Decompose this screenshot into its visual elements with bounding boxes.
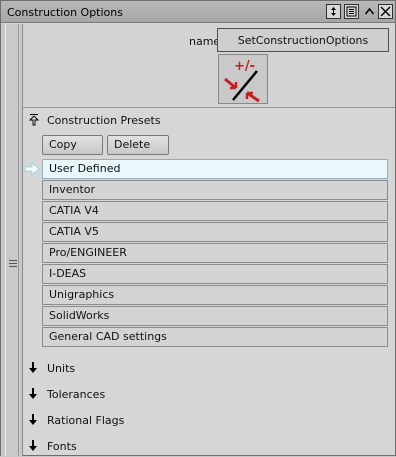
resize-icon[interactable] <box>326 4 341 19</box>
preset-item-inventor[interactable]: Inventor <box>42 180 388 200</box>
list-icon[interactable] <box>344 4 359 19</box>
name-value: SetConstructionOptions <box>237 33 369 47</box>
tolerances-group[interactable]: Tolerances <box>23 383 395 405</box>
preset-item-pro-engineer[interactable]: Pro/ENGINEER <box>42 243 388 263</box>
expand-arrow-icon[interactable] <box>28 361 38 375</box>
delete-button[interactable]: Delete <box>107 135 169 155</box>
construction-presets-label: Construction Presets <box>47 113 161 127</box>
name-field[interactable]: SetConstructionOptions <box>217 28 389 52</box>
units-label: Units <box>47 362 76 375</box>
name-area: name SetConstructionOptions +/- <box>23 24 395 108</box>
preset-item-user-defined[interactable]: User Defined <box>42 159 388 179</box>
name-label: name <box>189 35 221 48</box>
window-title: Construction Options <box>7 6 123 19</box>
units-group[interactable]: Units <box>23 357 395 379</box>
construction-presets-header[interactable]: Construction Presets <box>23 109 395 131</box>
preset-item-unigraphics[interactable]: Unigraphics <box>42 285 388 305</box>
grip-icon[interactable] <box>9 260 17 269</box>
construction-options-window: Construction Options name SetConstructio… <box>0 0 396 456</box>
dock-strip[interactable] <box>1 24 23 456</box>
svg-text:+/-: +/- <box>234 59 255 74</box>
copy-button[interactable]: Copy <box>42 135 103 155</box>
tolerances-label: Tolerances <box>47 388 106 401</box>
dock-strip-inner <box>5 24 19 456</box>
options-panel: name SetConstructionOptions +/- Construc… <box>23 24 395 456</box>
preset-item-i-deas[interactable]: I-DEAS <box>42 264 388 284</box>
preset-item-general-cad[interactable]: General CAD settings <box>42 327 388 347</box>
fonts-label: Fonts <box>47 440 77 453</box>
rational-flags-label: Rational Flags <box>47 414 125 427</box>
preset-item-solidworks[interactable]: SolidWorks <box>42 306 388 326</box>
collapse-up-icon[interactable] <box>362 4 377 19</box>
collapse-section-icon[interactable] <box>28 114 40 126</box>
title-bar: Construction Options <box>1 1 395 23</box>
close-icon[interactable] <box>378 4 393 19</box>
preset-item-catia-v5[interactable]: CATIA V5 <box>42 222 388 242</box>
fonts-group[interactable]: Fonts <box>23 435 395 457</box>
preset-item-catia-v4[interactable]: CATIA V4 <box>42 201 388 221</box>
expand-arrow-icon[interactable] <box>28 413 38 427</box>
construction-tool-icon[interactable]: +/- <box>218 54 268 104</box>
expand-arrow-icon[interactable] <box>28 439 38 453</box>
expand-arrow-icon[interactable] <box>28 387 38 401</box>
preset-list: User Defined Inventor CATIA V4 CATIA V5 … <box>42 159 388 348</box>
selection-arrow-icon <box>24 161 40 177</box>
rational-flags-group[interactable]: Rational Flags <box>23 409 395 431</box>
